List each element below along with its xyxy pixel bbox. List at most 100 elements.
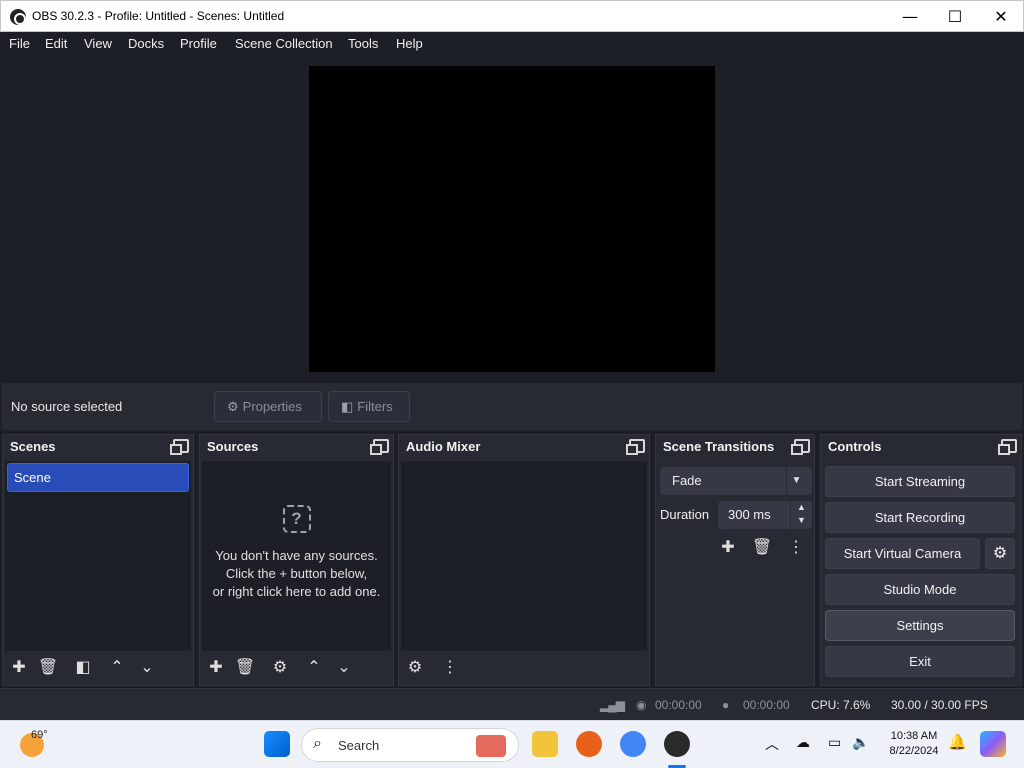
taskbar-search[interactable]: ⌕ Search — [301, 728, 519, 762]
menu-file[interactable]: File — [9, 36, 30, 51]
firefox-icon[interactable] — [576, 731, 602, 757]
move-down-icon[interactable]: ⌄ — [135, 655, 159, 679]
scenes-dock-header: Scenes — [3, 435, 193, 460]
virtual-camera-settings-icon[interactable]: ⚙ — [985, 538, 1015, 569]
filters-button[interactable]: ◧ Filters — [328, 391, 410, 422]
sources-footer: ✚ 🗑 ⚙ ⌃ ⌄ — [200, 651, 393, 685]
undock-icon[interactable] — [370, 439, 389, 455]
controls-title: Controls — [828, 439, 882, 454]
minimize-button[interactable]: — — [887, 1, 933, 32]
scene-list-item[interactable]: Scene — [7, 463, 189, 492]
scene-transitions-dock: Scene Transitions Fade ▼ Duration 300 ms… — [655, 434, 815, 686]
preview-canvas[interactable] — [309, 66, 715, 372]
transition-select[interactable]: Fade ▼ — [660, 467, 812, 495]
duration-spinbox[interactable]: 300 ms ▲ ▼ — [718, 501, 812, 529]
chevron-down-icon: ▼ — [786, 467, 806, 495]
status-bar: ▂▄▆ ◉ 00:00:00 ● 00:00:00 CPU: 7.6% 30.0… — [0, 688, 1024, 720]
move-down-icon[interactable]: ⌄ — [332, 655, 356, 679]
empty-sources-line3: or right click here to add one. — [212, 584, 381, 599]
add-icon[interactable]: ✚ — [7, 655, 31, 679]
studio-mode-button[interactable]: Studio Mode — [825, 574, 1015, 605]
duration-label: Duration — [660, 507, 710, 522]
undock-icon[interactable] — [626, 439, 645, 455]
menu-profile[interactable]: Profile — [180, 36, 217, 51]
properties-button[interactable]: ⚙ Properties — [214, 391, 322, 422]
start-streaming-button[interactable]: Start Streaming — [825, 466, 1015, 497]
menu-bar: File Edit View Docks Profile Scene Colle… — [0, 32, 1024, 57]
trash-icon[interactable]: 🗑 — [36, 655, 60, 679]
menu-docks[interactable]: Docks — [128, 36, 164, 51]
undock-icon[interactable] — [791, 439, 810, 455]
undock-icon[interactable] — [998, 439, 1017, 455]
obs-taskbar-icon[interactable] — [664, 731, 690, 757]
empty-sources-line1: You don't have any sources. — [215, 548, 378, 563]
scenes-list[interactable]: Scene — [5, 461, 191, 651]
menu-view[interactable]: View — [84, 36, 112, 51]
filter-icon: ◧ — [341, 399, 354, 414]
window-title: OBS 30.2.3 - Profile: Untitled - Scenes:… — [32, 9, 285, 23]
menu-scene-collection[interactable]: Scene Collection — [235, 36, 333, 51]
question-icon: ? — [282, 505, 311, 533]
sources-list[interactable]: ? You don't have any sources. Click the … — [202, 461, 391, 651]
windows-start-icon[interactable] — [264, 731, 290, 757]
start-recording-button[interactable]: Start Recording — [825, 502, 1015, 533]
move-up-icon[interactable]: ⌃ — [105, 655, 129, 679]
taskbar: 69° ⌕ Search ︿ ☁ ▭ 🔈 10:38 AM 8/22/2024 … — [0, 720, 1024, 768]
empty-sources-message: ? You don't have any sources. Click the … — [202, 505, 391, 601]
source-toolbar: No source selected ⚙ Properties ◧ Filters — [2, 383, 1022, 430]
audio-mixer-title: Audio Mixer — [406, 439, 481, 454]
gear-icon[interactable]: ⚙ — [268, 655, 292, 679]
sources-dock-header: Sources — [200, 435, 393, 460]
scene-transitions-dock-header: Scene Transitions — [656, 435, 814, 460]
stream-time: 00:00:00 — [655, 698, 702, 712]
notification-bell-icon[interactable]: 🔔 — [948, 733, 967, 751]
sources-title: Sources — [207, 439, 259, 454]
scene-filters-icon[interactable]: ◧ — [71, 655, 95, 679]
cloud-sync-icon[interactable]: ☁ — [796, 734, 810, 751]
spin-arrows-icon[interactable]: ▲ ▼ — [790, 501, 812, 529]
audio-mixer-body[interactable] — [401, 461, 647, 651]
menu-tools[interactable]: Tools — [348, 36, 378, 51]
move-up-icon[interactable]: ⌃ — [302, 655, 326, 679]
duration-value: 300 ms — [728, 507, 771, 522]
search-placeholder: Search — [338, 738, 380, 753]
exit-button[interactable]: Exit — [825, 646, 1015, 677]
scenes-footer: ✚ 🗑 ◧ ⌃ ⌄ — [3, 651, 193, 685]
scenes-dock: Scenes Scene ✚ 🗑 ◧ ⌃ ⌄ — [2, 434, 194, 686]
audio-mixer-footer: ⚙ ⋮ — [399, 651, 649, 685]
weather-temp: 69° — [31, 729, 48, 741]
network-signal-icon: ▂▄▆ — [600, 698, 625, 712]
add-transition-icon[interactable]: ✚ — [716, 535, 740, 559]
taskbar-clock[interactable]: 10:38 AM 8/22/2024 — [885, 729, 943, 759]
start-virtual-camera-button[interactable]: Start Virtual Camera — [825, 538, 980, 569]
properties-label: Properties — [242, 399, 302, 414]
filters-label: Filters — [357, 399, 393, 414]
settings-button[interactable]: Settings — [825, 610, 1015, 641]
more-options-icon[interactable]: ⋮ — [784, 535, 808, 559]
network-icon[interactable]: ▭ — [828, 734, 841, 751]
volume-icon[interactable]: 🔈 — [852, 734, 869, 751]
menu-help[interactable]: Help — [396, 36, 423, 51]
window-titlebar: OBS 30.2.3 - Profile: Untitled - Scenes:… — [0, 0, 1024, 32]
trash-icon[interactable]: 🗑 — [233, 655, 257, 679]
copilot-icon[interactable] — [980, 731, 1006, 757]
gear-icon: ⚙ — [227, 399, 239, 414]
chrome-icon[interactable] — [620, 731, 646, 757]
file-explorer-icon[interactable] — [532, 731, 558, 757]
audio-mixer-dock: Audio Mixer ⚙ ⋮ — [398, 434, 650, 686]
search-highlight-icon — [476, 735, 506, 757]
menu-edit[interactable]: Edit — [45, 36, 67, 51]
advanced-audio-gear-icon[interactable]: ⚙ — [403, 655, 427, 679]
add-icon[interactable]: ✚ — [204, 655, 228, 679]
trash-icon[interactable]: 🗑 — [750, 535, 774, 559]
scene-transitions-title: Scene Transitions — [663, 439, 775, 454]
undock-icon[interactable] — [170, 439, 189, 455]
clock-time: 10:38 AM — [890, 730, 938, 742]
chevron-up-icon[interactable]: ︿ — [765, 734, 779, 754]
source-status-label: No source selected — [11, 399, 123, 414]
record-time: 00:00:00 — [743, 698, 790, 712]
more-options-icon[interactable]: ⋮ — [438, 655, 462, 679]
close-button[interactable]: ✕ — [978, 1, 1024, 32]
fps-readout: 30.00 / 30.00 FPS — [891, 698, 988, 712]
maximize-button[interactable]: ☐ — [932, 1, 978, 32]
